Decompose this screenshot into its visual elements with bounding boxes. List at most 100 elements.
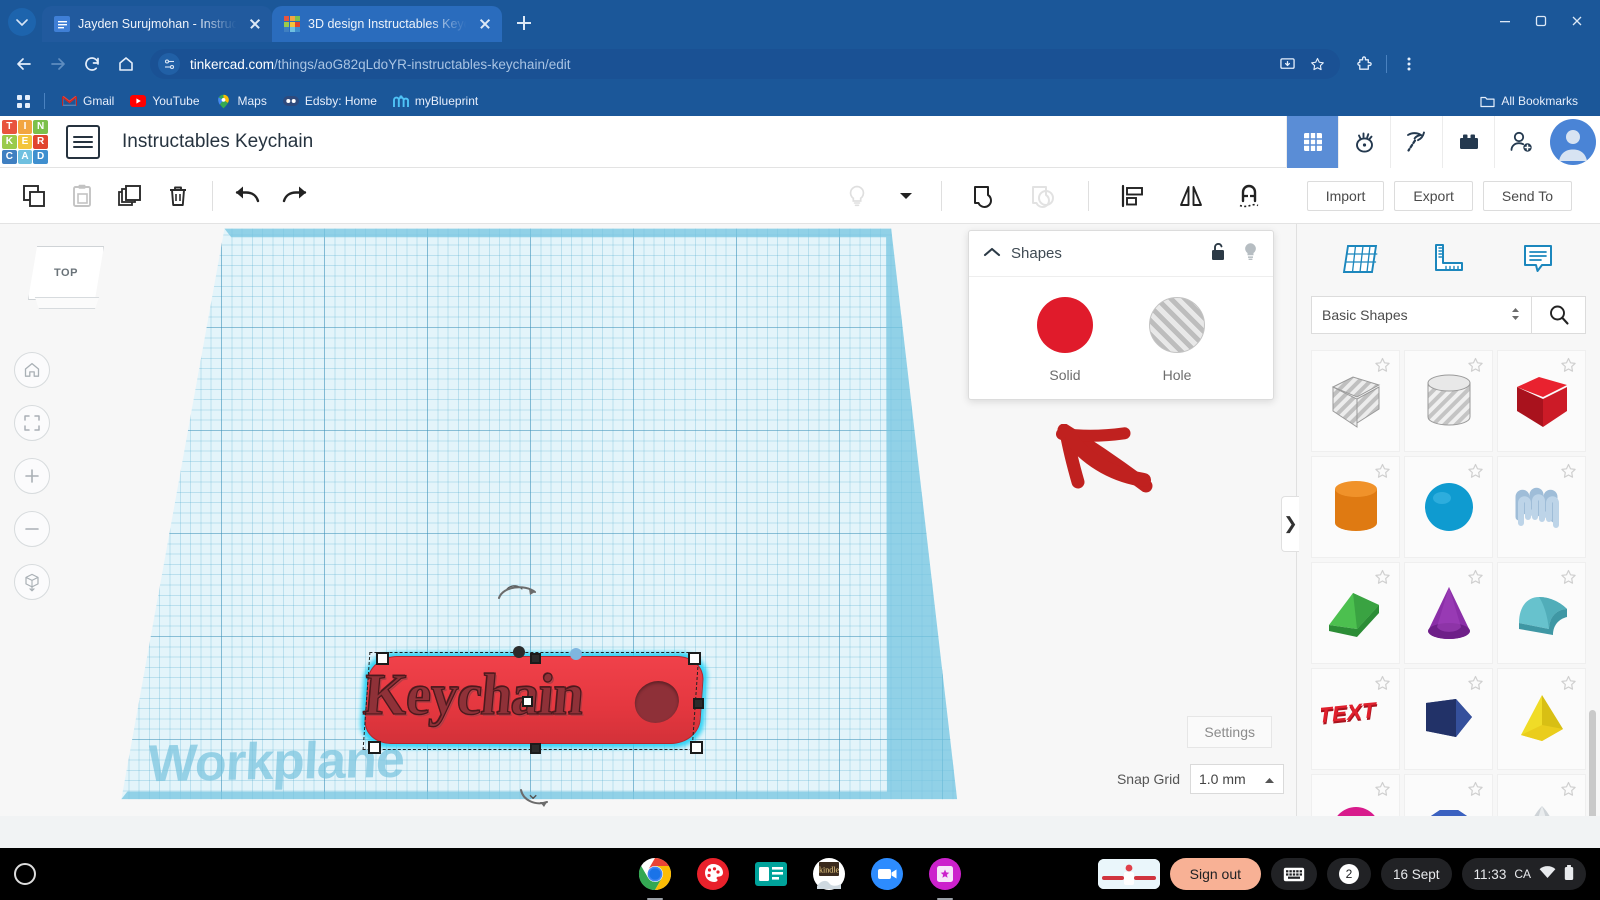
rotate-handle-top-icon[interactable] <box>495 576 539 604</box>
extensions-icon[interactable] <box>1348 48 1380 80</box>
resize-handle[interactable] <box>690 741 703 754</box>
news-app-icon[interactable] <box>753 856 789 892</box>
bookmark-maps[interactable]: Maps <box>208 90 275 112</box>
align-button[interactable] <box>1109 174 1157 218</box>
favorite-star-icon[interactable] <box>1467 569 1484 586</box>
tab-search-button[interactable] <box>8 8 36 36</box>
shape-library-select[interactable]: Basic Shapes <box>1311 296 1532 334</box>
solid-option[interactable]: Solid <box>1037 297 1093 383</box>
address-bar[interactable]: tinkercad.com/things/aoG82qLdoYR-instruc… <box>150 49 1340 79</box>
dropdown-chevron-button[interactable] <box>891 174 921 218</box>
settings-button[interactable]: Settings <box>1187 716 1272 748</box>
favorite-star-icon[interactable] <box>1560 357 1577 374</box>
shape-wedge[interactable] <box>1311 562 1400 664</box>
launcher-button[interactable] <box>14 863 36 885</box>
home-icon[interactable] <box>110 48 142 80</box>
zoom-in-button[interactable] <box>14 458 50 494</box>
shape-paraboloid[interactable] <box>1497 774 1586 816</box>
resize-handle[interactable] <box>368 741 381 754</box>
height-handle[interactable] <box>522 696 533 707</box>
light-bulb-icon[interactable] <box>1242 242 1259 266</box>
minecraft-pickaxe-icon[interactable] <box>1390 115 1442 168</box>
mirror-button[interactable] <box>1167 174 1215 218</box>
export-button[interactable]: Export <box>1394 180 1473 211</box>
lego-brick-icon[interactable] <box>1442 115 1494 168</box>
view-cube[interactable]: TOP <box>22 242 110 314</box>
shape-roof[interactable] <box>1497 562 1586 664</box>
project-list-icon[interactable] <box>66 124 100 159</box>
resize-handle[interactable] <box>376 652 389 665</box>
resize-handle[interactable] <box>688 652 701 665</box>
browser-tab[interactable]: Jayden Surujmohan - Instructab <box>42 6 272 42</box>
maximize-button[interactable] <box>1524 8 1558 34</box>
bookmark-star-icon[interactable] <box>1304 51 1330 77</box>
favorite-star-icon[interactable] <box>1560 675 1577 692</box>
shape-cone[interactable] <box>1404 562 1493 664</box>
shape-sphere[interactable] <box>1404 456 1493 558</box>
bookmark-edsby[interactable]: Edsby: Home <box>275 90 385 112</box>
browser-tab[interactable]: 3D design Instructables Keycha <box>272 6 502 42</box>
favorite-star-icon[interactable] <box>1467 781 1484 798</box>
favorite-star-icon[interactable] <box>1374 357 1391 374</box>
redo-button[interactable] <box>271 174 319 218</box>
shape-hexagon-prism[interactable] <box>1404 774 1493 816</box>
bookmark-youtube[interactable]: YouTube <box>122 90 207 112</box>
zoom-out-button[interactable] <box>14 511 50 547</box>
favorite-star-icon[interactable] <box>1374 781 1391 798</box>
sidebar-item-workplane[interactable] <box>1330 233 1390 287</box>
date-display[interactable]: 16 Sept <box>1381 858 1452 890</box>
zoom-app-icon[interactable] <box>869 856 905 892</box>
invite-person-icon[interactable] <box>1494 115 1546 168</box>
chrome-menu-icon[interactable] <box>1393 48 1425 80</box>
favorite-star-icon[interactable] <box>1560 781 1577 798</box>
sidebar-collapse-button[interactable]: ❯ <box>1281 496 1299 552</box>
shape-polygon[interactable] <box>1404 668 1493 770</box>
duplicate-button[interactable] <box>106 174 154 218</box>
snap-magnet-button[interactable] <box>1225 174 1273 218</box>
close-button[interactable] <box>1560 8 1594 34</box>
unlock-icon[interactable] <box>1210 242 1226 266</box>
shape-cylinder[interactable] <box>1311 456 1400 558</box>
solid-swatch[interactable] <box>1037 297 1093 353</box>
tune-icon[interactable] <box>158 53 180 75</box>
screen-capture-thumbnail[interactable] <box>1097 859 1160 889</box>
shape-text[interactable]: TEXT TEXT <box>1311 668 1400 770</box>
delete-button[interactable] <box>154 174 202 218</box>
minimize-button[interactable] <box>1488 8 1522 34</box>
favorite-star-icon[interactable] <box>1467 675 1484 692</box>
shape-pyramid[interactable] <box>1497 668 1586 770</box>
sidebar-item-notes[interactable] <box>1508 233 1568 287</box>
sidebar-scrollbar[interactable] <box>1589 710 1596 816</box>
art-palette-app-icon[interactable] <box>695 856 731 892</box>
close-icon[interactable] <box>246 15 264 33</box>
shape-sphere-pink[interactable] <box>1311 774 1400 816</box>
bookmark-gmail[interactable]: Gmail <box>53 90 122 112</box>
hole-swatch[interactable] <box>1149 297 1205 353</box>
photos-app-icon[interactable] <box>927 856 963 900</box>
resize-handle-mid[interactable] <box>530 653 541 664</box>
sign-out-button[interactable]: Sign out <box>1169 858 1261 890</box>
favorite-star-icon[interactable] <box>1374 675 1391 692</box>
apps-grid-icon[interactable] <box>10 90 36 112</box>
close-icon[interactable] <box>476 15 494 33</box>
notifications-button[interactable]: 2 <box>1327 858 1371 890</box>
tinkercad-logo[interactable]: T I N K E R C A D <box>2 119 48 164</box>
hole-option[interactable]: Hole <box>1149 297 1205 383</box>
undo-button[interactable] <box>223 174 271 218</box>
codeblocks-icon[interactable] <box>1338 115 1390 168</box>
kindle-app-icon[interactable]: kindle <box>811 856 847 892</box>
blocks-grid-icon[interactable] <box>1286 115 1338 168</box>
shape-cylinder-hole[interactable] <box>1404 350 1493 452</box>
rotate-handle-bottom-icon[interactable] <box>518 786 558 814</box>
favorite-star-icon[interactable] <box>1467 357 1484 374</box>
import-button[interactable]: Import <box>1306 180 1385 211</box>
install-icon[interactable] <box>1274 51 1300 77</box>
shape-box-hole[interactable] <box>1311 350 1400 452</box>
home-view-button[interactable] <box>14 352 50 388</box>
resize-handle-mid[interactable] <box>530 743 541 754</box>
favorite-star-icon[interactable] <box>1560 569 1577 586</box>
group-button[interactable] <box>962 174 1010 218</box>
height-arrow-handle[interactable] <box>513 646 525 658</box>
system-tray[interactable]: 11:33 CA <box>1461 858 1586 890</box>
favorite-star-icon[interactable] <box>1560 463 1577 480</box>
